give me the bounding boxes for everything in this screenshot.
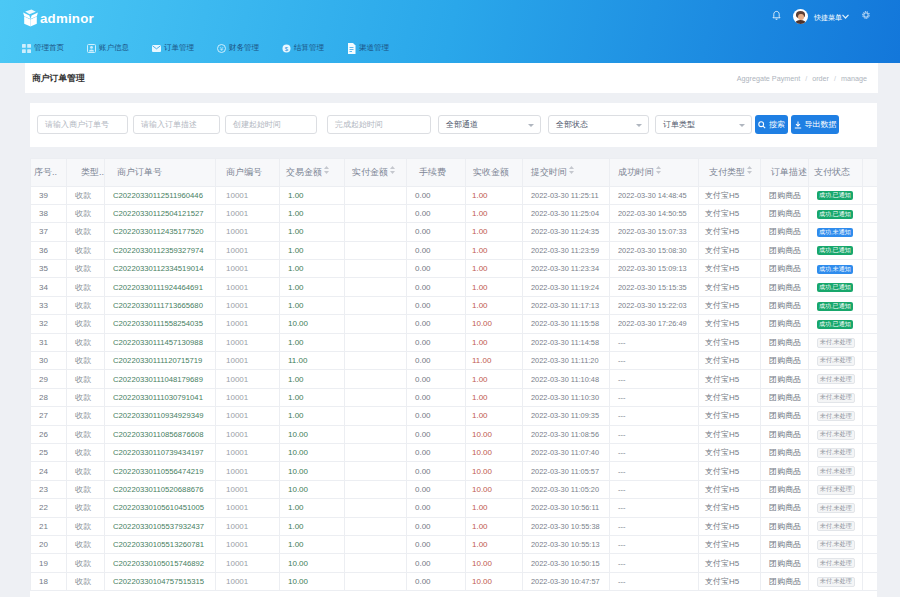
svg-text:¥: ¥ [220, 45, 224, 51]
